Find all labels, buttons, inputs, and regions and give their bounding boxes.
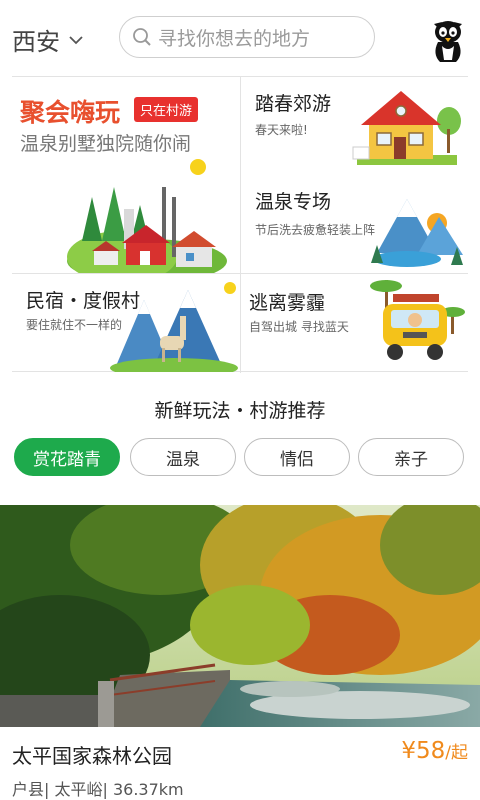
listing-meta: 户县| 太平峪| 36.37km: [12, 780, 184, 799]
city-label: 西安: [12, 28, 60, 56]
promo-spring[interactable]: 踏春郊游 春天来啦!: [241, 77, 468, 174]
promo-smog[interactable]: 逃离雾霾 自驾出城 寻找蓝天: [241, 274, 468, 373]
search-icon: [133, 28, 151, 46]
top-bar: 西安 寻找你想去的地方: [0, 0, 480, 76]
filter-chips: 赏花踏青 温泉 情侣 亲子: [14, 438, 470, 476]
filter-chip-couples[interactable]: 情侣: [244, 438, 350, 476]
promo-hotspring[interactable]: 温泉专场 节后洗去疲惫轻装上阵: [241, 175, 468, 272]
promo-hotspring-title: 温泉专场: [255, 191, 332, 213]
promo-party-tag: 只在村游: [134, 97, 199, 122]
penguin-avatar-icon[interactable]: [428, 18, 468, 66]
listing-name[interactable]: 太平国家森林公园: [12, 740, 172, 769]
section-title: 新鲜玩法・村游推荐: [154, 400, 326, 422]
hotspring-illustration: [371, 199, 463, 267]
listing-price: ¥58/起: [401, 738, 468, 764]
promo-smog-subtitle: 自驾出城 寻找蓝天: [249, 320, 349, 334]
promo-spring-title: 踏春郊游: [255, 93, 332, 115]
listing-photo[interactable]: [0, 505, 480, 727]
mountain-alpaca-illustration: [110, 282, 238, 372]
search-placeholder: 寻找你想去的地方: [158, 27, 311, 50]
cottage-illustration: [352, 91, 461, 165]
road-trip-car-illustration: [370, 280, 465, 360]
promo-spring-subtitle: 春天来啦!: [255, 123, 308, 137]
listing-price-unit: /起: [445, 743, 468, 763]
promo-smog-title: 逃离雾霾: [249, 292, 326, 314]
listing-price-value: ¥58: [401, 738, 446, 764]
promo-party-title: 聚会嗨玩: [20, 98, 121, 127]
promo-party-subtitle: 温泉别墅独院随你闹: [20, 133, 192, 155]
promo-party[interactable]: 聚会嗨玩 只在村游 温泉别墅独院随你闹: [12, 77, 240, 273]
promo-hotspring-subtitle: 节后洗去疲惫轻装上阵: [255, 223, 376, 237]
city-selector[interactable]: 西安: [12, 22, 84, 57]
promo-homestay[interactable]: 民宿・度假村 要住就住不一样的: [12, 274, 240, 373]
chevron-down-icon: [69, 35, 83, 44]
filter-chip-hotspring[interactable]: 温泉: [130, 438, 236, 476]
filter-chip-family[interactable]: 亲子: [358, 438, 464, 476]
promo-grid: 聚会嗨玩 只在村游 温泉别墅独院随你闹 踏春郊游 春天来啦! 温泉专场 节后洗去…: [12, 76, 468, 373]
forest-river-photo: [0, 505, 480, 727]
village-illustration: [67, 159, 227, 273]
search-input[interactable]: 寻找你想去的地方: [119, 16, 375, 58]
filter-chip-flowers[interactable]: 赏花踏青: [14, 438, 120, 476]
promo-homestay-subtitle: 要住就住不一样的: [26, 318, 123, 332]
